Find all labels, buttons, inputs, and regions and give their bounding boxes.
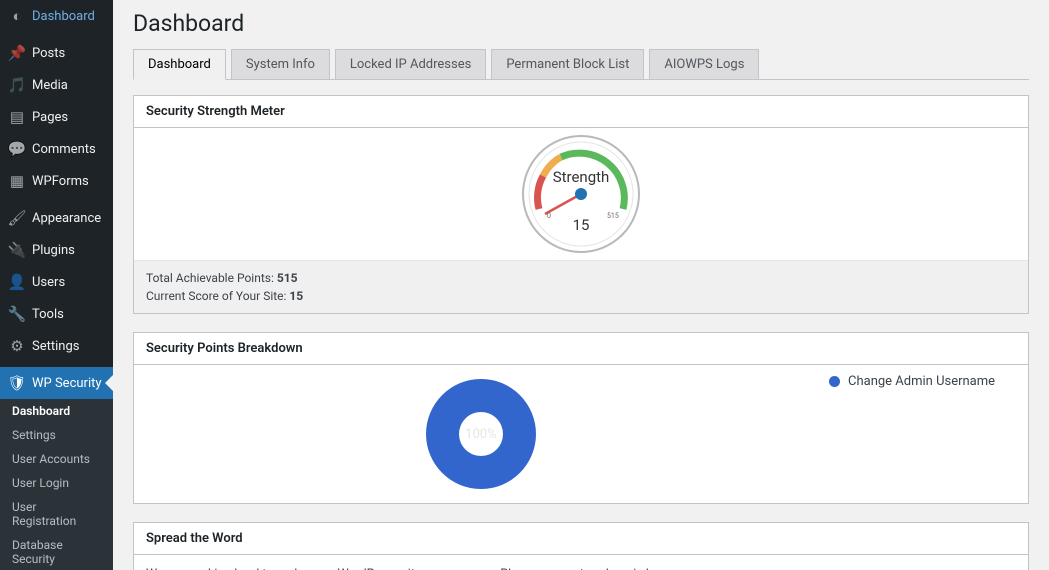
admin-sidebar: ◐ Dashboard 📌 Posts 🎵 Media ▤ Pages 💬 Comment…: [0, 0, 113, 570]
page-title: Dashboard: [133, 10, 1029, 37]
sidebar-item-media[interactable]: 🎵 Media: [0, 69, 113, 101]
tab-locked-ip[interactable]: Locked IP Addresses: [335, 49, 486, 79]
page-icon: ▤: [8, 108, 26, 126]
spread-panel: Spread the Word We are working hard to m…: [133, 522, 1029, 570]
total-label: Total Achievable Points:: [146, 271, 277, 285]
tools-icon: 🔧: [8, 305, 26, 323]
panel-header: Spread the Word: [134, 523, 1028, 555]
sidebar-item-users[interactable]: 👤 Users: [0, 266, 113, 298]
sidebar-item-wpforms[interactable]: ▦ WPForms: [0, 165, 113, 197]
sidebar-item-label: Dashboard: [32, 9, 95, 24]
shield-icon: 🛡: [8, 374, 26, 392]
score-label: Current Score of Your Site:: [146, 289, 289, 303]
legend-label: Change Admin Username: [848, 374, 995, 389]
sidebar-item-label: Pages: [32, 110, 68, 125]
total-value: 515: [277, 271, 298, 285]
donut-center: 100%: [465, 427, 496, 442]
legend-item: Change Admin Username: [829, 374, 1019, 389]
sidebar-item-label: WP Security: [32, 376, 102, 391]
sidebar-item-comments[interactable]: 💬 Comments: [0, 133, 113, 165]
gauge-min: 0: [547, 212, 551, 220]
comment-icon: 💬: [8, 140, 26, 158]
sidebar-item-dashboard[interactable]: ◐ Dashboard: [0, 0, 113, 32]
sidebar-item-label: WPForms: [32, 174, 89, 189]
donut-legend: Change Admin Username: [824, 369, 1024, 398]
sidebar-item-pages[interactable]: ▤ Pages: [0, 101, 113, 133]
total-points-row: Total Achievable Points: 515: [146, 269, 1016, 287]
sidebar-item-label: Users: [32, 275, 65, 290]
current-score-row: Current Score of Your Site: 15: [146, 287, 1016, 305]
submenu-user-accounts[interactable]: User Accounts: [0, 447, 113, 471]
sidebar-item-plugins[interactable]: 🔌 Plugins: [0, 234, 113, 266]
pin-icon: 📌: [8, 44, 26, 62]
brush-icon: 🖌: [8, 209, 26, 227]
dashboard-icon: ◐: [8, 7, 26, 25]
panel-header: Security Points Breakdown: [134, 333, 1028, 365]
submenu-user-login[interactable]: User Login: [0, 471, 113, 495]
plug-icon: 🔌: [8, 241, 26, 259]
sidebar-item-label: Posts: [32, 46, 65, 61]
tab-system-info[interactable]: System Info: [231, 49, 330, 79]
security-meter-panel: Security Strength Meter Strength 0 515 1…: [133, 95, 1029, 314]
submenu-dashboard[interactable]: Dashboard: [0, 399, 113, 423]
submenu-user-registration[interactable]: User Registration: [0, 495, 113, 533]
breakdown-panel: Security Points Breakdown 100% Change Ad…: [133, 332, 1029, 504]
sidebar-item-label: Tools: [32, 307, 64, 322]
submenu-settings[interactable]: Settings: [0, 423, 113, 447]
sidebar-item-wpsecurity[interactable]: 🛡 WP Security: [0, 367, 113, 399]
gauge-value: 15: [573, 216, 590, 234]
nav-tabs: Dashboard System Info Locked IP Addresse…: [133, 49, 1029, 80]
tab-dashboard[interactable]: Dashboard: [133, 49, 226, 80]
sidebar-item-label: Plugins: [32, 243, 75, 258]
tab-aiowps-logs[interactable]: AIOWPS Logs: [649, 49, 759, 79]
legend-swatch: [829, 376, 840, 387]
settings-icon: ⚙: [8, 337, 26, 355]
panel-header: Security Strength Meter: [134, 96, 1028, 128]
submenu-database-security[interactable]: Database Security: [0, 533, 113, 570]
user-icon: 👤: [8, 273, 26, 291]
sidebar-item-label: Media: [32, 78, 68, 93]
donut-chart: 100%: [138, 369, 824, 499]
sidebar-item-label: Settings: [32, 339, 79, 354]
wpsecurity-submenu: Dashboard Settings User Accounts User Lo…: [0, 399, 113, 570]
gauge-footer: Total Achievable Points: 515 Current Sco…: [134, 260, 1028, 313]
sidebar-item-label: Comments: [32, 142, 96, 157]
gauge-label: Strength: [553, 168, 610, 186]
sidebar-item-appearance[interactable]: 🖌 Appearance: [0, 202, 113, 234]
sidebar-item-posts[interactable]: 📌 Posts: [0, 37, 113, 69]
sidebar-item-label: Appearance: [32, 211, 101, 226]
sidebar-item-tools[interactable]: 🔧 Tools: [0, 298, 113, 330]
form-icon: ▦: [8, 172, 26, 190]
media-icon: 🎵: [8, 76, 26, 94]
main-content: Dashboard Dashboard System Info Locked I…: [113, 0, 1049, 570]
gauge-max: 515: [607, 212, 619, 220]
score-value: 15: [289, 289, 303, 303]
sidebar-item-settings[interactable]: ⚙ Settings: [0, 330, 113, 362]
gauge-chart: Strength 0 515 15: [134, 128, 1028, 260]
tab-permanent-block[interactable]: Permanent Block List: [491, 49, 644, 79]
